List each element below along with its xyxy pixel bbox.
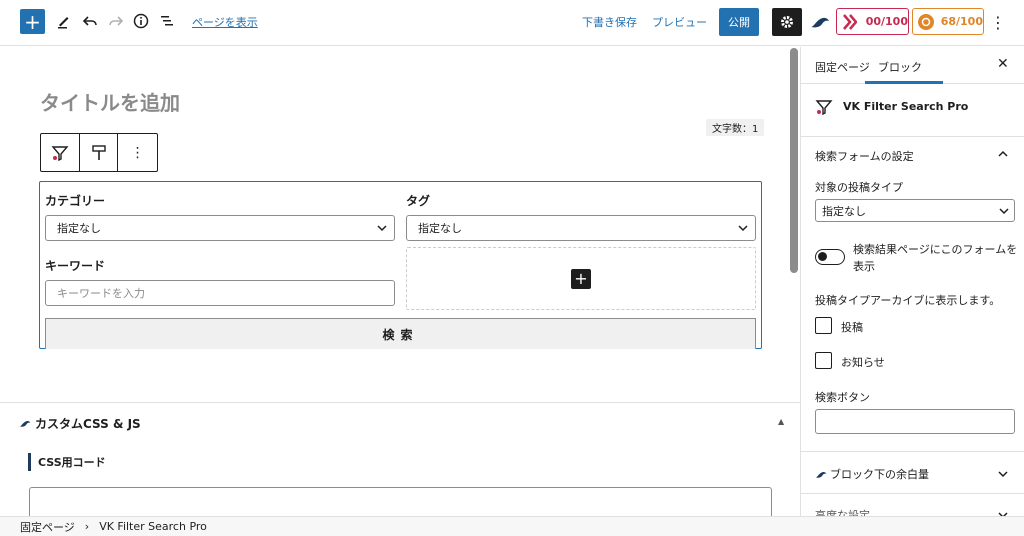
category-select[interactable]: 指定なし	[45, 215, 395, 241]
filter-funnel-icon	[815, 100, 833, 116]
vk-logo-icon	[19, 421, 31, 427]
chevron-down-icon	[999, 208, 1009, 215]
seo-score-button[interactable]: 00/100	[836, 8, 909, 35]
chevron-up-icon[interactable]	[997, 148, 1009, 160]
publish-button[interactable]: 公開	[719, 8, 759, 36]
tag-select-value: 指定なし	[418, 222, 462, 235]
view-page-link[interactable]: ページを表示	[192, 14, 258, 30]
block-inserter-area: +	[406, 247, 756, 310]
metabox-title: カスタムCSS & JS	[35, 417, 141, 431]
undo-icon[interactable]	[80, 11, 100, 31]
editor-scrollbar[interactable]	[790, 48, 798, 273]
char-count-badge: 文字数：1	[706, 119, 765, 136]
checkbox-news[interactable]	[815, 352, 832, 369]
more-options-icon[interactable]: ⋮	[990, 10, 1006, 34]
save-draft-button[interactable]: 下書き保存	[582, 14, 637, 30]
archive-display-label: 投稿タイプアーカイブに表示します。	[815, 294, 1001, 307]
readability-logo-icon	[916, 9, 936, 34]
search-submit-button[interactable]: 検索	[45, 318, 756, 349]
keyword-input[interactable]: キーワードを入力	[45, 280, 395, 306]
checkbox-news-label: お知らせ	[841, 356, 885, 369]
breadcrumb-item-block[interactable]: VK Filter Search Pro	[99, 520, 207, 533]
checkbox-posts[interactable]	[815, 317, 832, 334]
active-tab-indicator	[865, 81, 943, 84]
info-icon[interactable]	[131, 11, 151, 31]
panel-form-settings-title[interactable]: 検索フォームの設定	[815, 148, 914, 164]
breadcrumb-separator: ›	[84, 520, 90, 533]
redo-icon[interactable]	[106, 11, 126, 31]
more-vertical-icon: ⋮	[130, 144, 145, 161]
preview-button[interactable]: プレビュー	[652, 14, 707, 30]
sidebar-tabs: 固定ページ ブロック ✕	[801, 47, 1024, 84]
search-button-label: 検索ボタン	[815, 391, 870, 404]
tag-label: タグ	[406, 194, 431, 208]
insert-block-plus-icon[interactable]: +	[571, 268, 591, 289]
tab-block[interactable]: ブロック	[878, 59, 922, 75]
category-label: カテゴリー	[45, 194, 106, 208]
panel-margin-header[interactable]: ブロック下の余白量	[815, 466, 929, 482]
readability-score-value: 68/100	[940, 15, 983, 28]
tab-page[interactable]: 固定ページ	[815, 59, 870, 75]
settings-button[interactable]	[772, 8, 802, 36]
custom-css-js-metabox: カスタムCSS & JS ▲ CSS用コード	[0, 402, 800, 536]
breadcrumb-item-page[interactable]: 固定ページ	[20, 519, 75, 535]
keyword-label: キーワード	[45, 259, 106, 273]
show-on-results-label: 検索結果ページにこのフォームを表示	[853, 243, 1018, 273]
block-name: VK Filter Search Pro	[843, 100, 969, 113]
filter-search-form-block[interactable]: カテゴリー 指定なし タグ 指定なし キーワード キーワードを入力 + 検索	[39, 181, 762, 349]
edit-pencil-icon[interactable]	[54, 11, 74, 31]
close-icon[interactable]: ✕	[997, 56, 1009, 72]
settings-sidebar: 固定ページ ブロック ✕ VK Filter Search Pro 検索フォーム…	[800, 47, 1024, 517]
divider	[801, 451, 1024, 452]
paint-roller-icon	[91, 144, 106, 160]
tag-select[interactable]: 指定なし	[406, 215, 756, 241]
post-type-select[interactable]: 指定なし	[815, 199, 1015, 222]
vk-logo-icon	[815, 471, 827, 478]
block-card: VK Filter Search Pro	[801, 85, 1024, 137]
chevron-down-icon	[738, 225, 748, 232]
divider	[801, 493, 1024, 494]
css-code-label: CSS用コード	[28, 453, 106, 471]
checkbox-posts-label: 投稿	[841, 321, 863, 334]
add-block-button[interactable]: +	[20, 9, 45, 34]
breadcrumb: 固定ページ › VK Filter Search Pro	[0, 516, 1024, 536]
panel-margin-title: ブロック下の余白量	[830, 468, 929, 481]
show-on-results-toggle[interactable]	[815, 249, 845, 265]
category-select-value: 指定なし	[57, 222, 101, 235]
chevron-down-icon	[377, 225, 387, 232]
vk-plugin-button[interactable]	[808, 10, 832, 34]
seo-score-value: 00/100	[865, 15, 908, 28]
block-toolbar: ⋮	[40, 133, 158, 172]
search-button-text-input[interactable]	[815, 409, 1015, 434]
block-options-button[interactable]: ⋮	[118, 134, 157, 171]
gear-icon	[781, 16, 793, 28]
filter-funnel-icon	[51, 145, 69, 161]
metabox-header[interactable]: カスタムCSS & JS	[19, 415, 141, 432]
list-view-icon[interactable]	[157, 11, 177, 31]
block-type-button[interactable]	[41, 134, 80, 171]
block-style-button[interactable]	[80, 134, 119, 171]
collapse-caret-icon[interactable]: ▲	[778, 417, 784, 426]
seo-logo-icon	[840, 9, 860, 34]
post-type-label: 対象の投稿タイプ	[815, 181, 903, 194]
readability-score-button[interactable]: 68/100	[912, 8, 984, 35]
post-type-select-value: 指定なし	[822, 204, 866, 218]
vk-logo-icon	[811, 17, 829, 28]
editor-top-bar: + ページを表示 下書き保存 プレビュー 公開 00/100 68/100 ⋮	[0, 0, 1024, 46]
chevron-down-icon[interactable]	[997, 468, 1009, 480]
post-title-placeholder[interactable]: タイトルを追加	[40, 87, 180, 116]
